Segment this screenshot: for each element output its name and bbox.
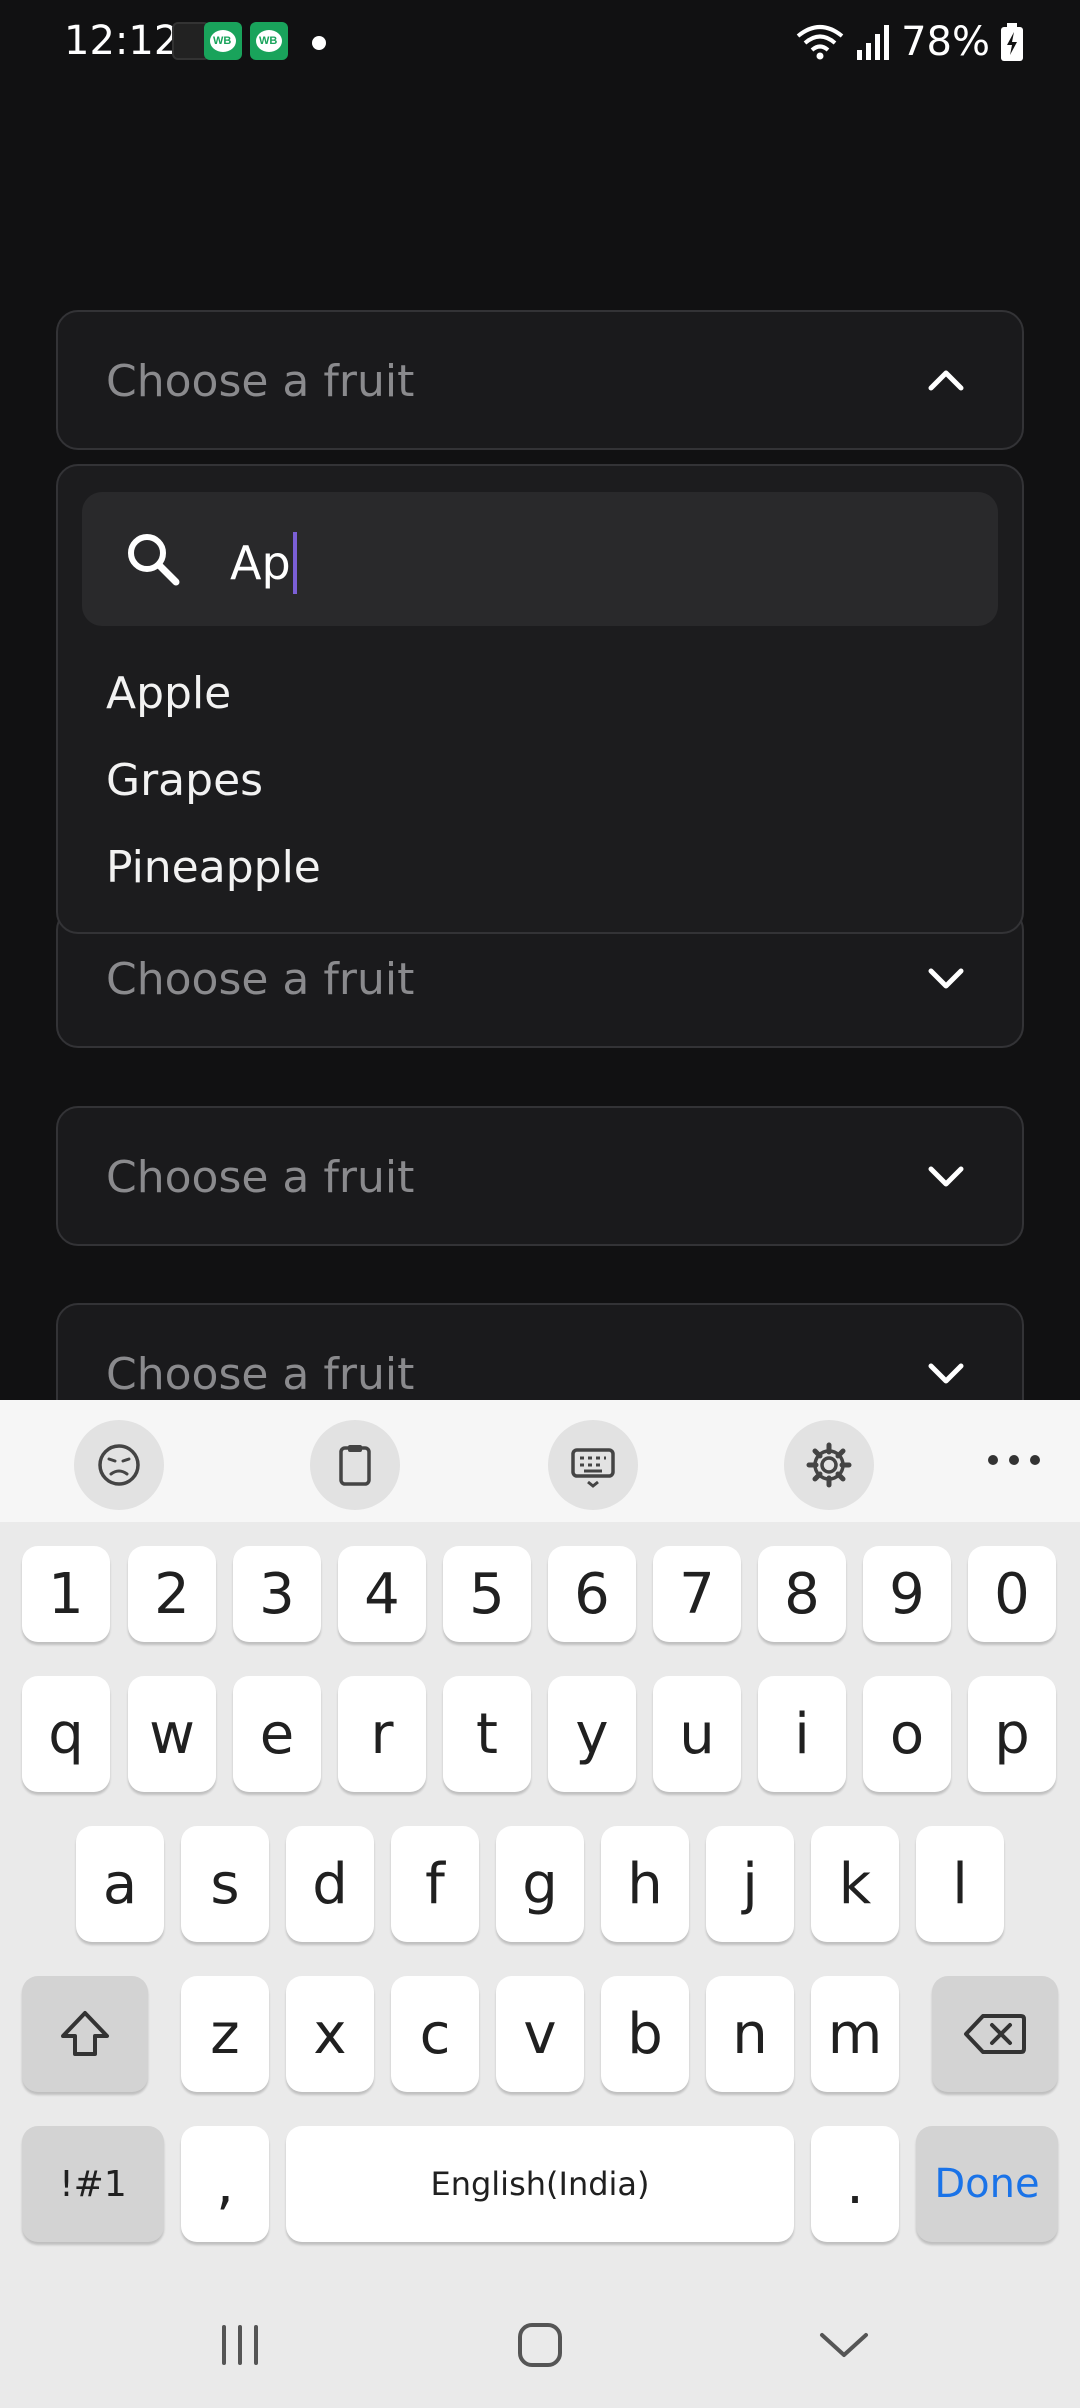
key-d[interactable]: d xyxy=(286,1826,374,1942)
key-b[interactable]: b xyxy=(601,1976,689,2092)
battery-charging-icon xyxy=(1001,23,1023,61)
key-s[interactable]: s xyxy=(181,1826,269,1942)
dropdown-popup: Ap Apple Grapes Pineapple xyxy=(56,464,1024,934)
keyboard-mode-button[interactable] xyxy=(548,1420,638,1510)
signal-icon xyxy=(857,25,890,60)
fruit-dropdown-3[interactable]: Choose a fruit xyxy=(56,1106,1024,1246)
search-input[interactable]: Ap xyxy=(230,532,297,594)
key-4[interactable]: 4 xyxy=(338,1546,426,1642)
key-2[interactable]: 2 xyxy=(128,1546,216,1642)
app-notification-icon xyxy=(204,22,242,60)
option-grapes[interactable]: Grapes xyxy=(106,755,263,806)
key-3[interactable]: 3 xyxy=(233,1546,321,1642)
space-key[interactable]: English(India) xyxy=(286,2126,794,2242)
done-key[interactable]: Done xyxy=(916,2126,1058,2242)
key-6[interactable]: 6 xyxy=(548,1546,636,1642)
option-pineapple[interactable]: Pineapple xyxy=(106,842,321,893)
key-x[interactable]: x xyxy=(286,1976,374,2092)
key-0[interactable]: 0 xyxy=(968,1546,1056,1642)
keyboard: 1 2 3 4 5 6 7 8 9 0 q w e r t y u i o p … xyxy=(0,1400,1080,2408)
chevron-up-icon[interactable] xyxy=(926,364,966,396)
key-u[interactable]: u xyxy=(653,1676,741,1792)
keyboard-toolbar xyxy=(0,1400,1080,1522)
search-field[interactable]: Ap xyxy=(82,492,998,626)
shift-icon xyxy=(61,2011,109,2056)
emoji-icon xyxy=(98,1444,140,1486)
key-j[interactable]: j xyxy=(706,1826,794,1942)
shift-key[interactable] xyxy=(22,1976,148,2092)
app-notification-icon xyxy=(250,22,288,60)
key-o[interactable]: o xyxy=(863,1676,951,1792)
chevron-down-icon[interactable] xyxy=(926,1160,966,1192)
key-t[interactable]: t xyxy=(443,1676,531,1792)
key-q[interactable]: q xyxy=(22,1676,110,1792)
key-n[interactable]: n xyxy=(706,1976,794,2092)
key-1[interactable]: 1 xyxy=(22,1546,110,1642)
backspace-icon xyxy=(964,2014,1026,2054)
clipboard-icon xyxy=(339,1445,371,1486)
key-m[interactable]: m xyxy=(811,1976,899,2092)
more-options-icon[interactable] xyxy=(988,1440,1040,1480)
period-key[interactable]: . xyxy=(811,2126,899,2242)
key-w[interactable]: w xyxy=(128,1676,216,1792)
key-z[interactable]: z xyxy=(181,1976,269,2092)
comma-key[interactable]: , xyxy=(181,2126,269,2242)
text-cursor xyxy=(292,532,297,594)
clipboard-button[interactable] xyxy=(310,1420,400,1510)
search-icon xyxy=(128,534,180,586)
dropdown-placeholder: Choose a fruit xyxy=(106,1152,415,1203)
key-5[interactable]: 5 xyxy=(443,1546,531,1642)
battery-percentage: 78% xyxy=(901,19,990,65)
chevron-down-icon[interactable] xyxy=(926,962,966,994)
key-r[interactable]: r xyxy=(338,1676,426,1792)
key-c[interactable]: c xyxy=(391,1976,479,2092)
key-h[interactable]: h xyxy=(601,1826,689,1942)
fruit-dropdown-1[interactable]: Choose a fruit xyxy=(56,310,1024,450)
search-value: Ap xyxy=(230,536,291,590)
option-apple[interactable]: Apple xyxy=(106,668,231,719)
keyboard-settings-button[interactable] xyxy=(784,1420,874,1510)
key-7[interactable]: 7 xyxy=(653,1546,741,1642)
key-8[interactable]: 8 xyxy=(758,1546,846,1642)
backspace-key[interactable] xyxy=(932,1976,1058,2092)
status-bar: 12:12 78% xyxy=(0,0,1080,84)
key-i[interactable]: i xyxy=(758,1676,846,1792)
key-9[interactable]: 9 xyxy=(863,1546,951,1642)
key-v[interactable]: v xyxy=(496,1976,584,2092)
keyboard-icon xyxy=(571,1448,615,1488)
hide-keyboard-icon[interactable] xyxy=(814,2320,874,2370)
home-icon[interactable] xyxy=(510,2320,570,2370)
dropdown-placeholder: Choose a fruit xyxy=(106,954,415,1005)
more-notifications-dot-icon xyxy=(312,36,326,50)
key-f[interactable]: f xyxy=(391,1826,479,1942)
key-l[interactable]: l xyxy=(916,1826,1004,1942)
key-e[interactable]: e xyxy=(233,1676,321,1792)
navigation-bar xyxy=(0,2276,1080,2408)
chevron-down-icon[interactable] xyxy=(926,1357,966,1389)
key-p[interactable]: p xyxy=(968,1676,1056,1792)
emoji-button[interactable] xyxy=(74,1420,164,1510)
key-k[interactable]: k xyxy=(811,1826,899,1942)
status-time: 12:12 xyxy=(64,18,180,64)
key-y[interactable]: y xyxy=(548,1676,636,1792)
recent-apps-icon[interactable] xyxy=(210,2320,270,2370)
dropdown-placeholder: Choose a fruit xyxy=(106,356,415,407)
key-g[interactable]: g xyxy=(496,1826,584,1942)
symbols-key[interactable]: !#1 xyxy=(22,2126,164,2242)
dropdown-placeholder: Choose a fruit xyxy=(106,1349,415,1400)
key-a[interactable]: a xyxy=(76,1826,164,1942)
wifi-icon xyxy=(796,25,844,60)
gear-icon xyxy=(806,1442,852,1488)
